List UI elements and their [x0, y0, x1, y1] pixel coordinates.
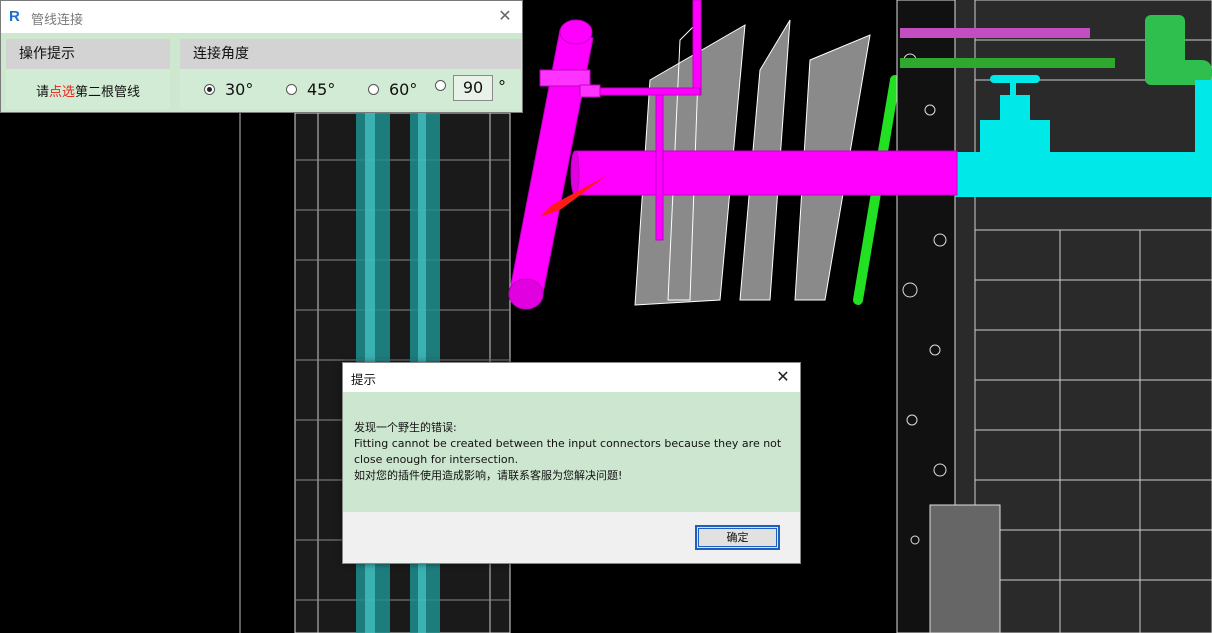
radio-60-dot[interactable]: [368, 84, 379, 95]
radio-60[interactable]: 60°: [368, 80, 417, 99]
hint-text-highlight: 点选: [48, 85, 75, 100]
dialog-titlebar[interactable]: 提示 ✕: [343, 363, 800, 392]
radio-45-label: 45°: [307, 80, 336, 99]
angle-group-heading: 连接角度: [180, 39, 521, 69]
window-title: 管线连接: [31, 13, 84, 28]
message-line-2: Fitting cannot be created between the in…: [354, 437, 782, 450]
wall-right: [896, 0, 1212, 633]
hint-text-prefix: 请: [35, 85, 49, 100]
radio-30[interactable]: 30°: [204, 80, 253, 99]
radio-60-label: 60°: [389, 80, 418, 99]
message-dialog: 提示 ✕ 发现一个野生的错误: Fitting cannot be create…: [342, 362, 801, 564]
ok-button[interactable]: 确定: [695, 525, 780, 550]
green-pipe-top: [900, 58, 1115, 68]
radio-custom-dot[interactable]: [435, 80, 446, 91]
hint-text-suffix: 第二根管线: [75, 85, 141, 100]
radio-30-dot[interactable]: [204, 84, 215, 95]
message-line-3: close enough for intersection.: [354, 453, 519, 466]
pipe-connect-window: R 管线连接 ✕ 操作提示 请点选第二根管线 连接角度 30° 45° 60° …: [0, 0, 523, 113]
hint-group: 操作提示 请点选第二根管线: [6, 39, 170, 109]
revit-icon: R: [9, 8, 20, 25]
hint-text: 请点选第二根管线: [6, 81, 170, 100]
dialog-close-icon[interactable]: ✕: [772, 366, 794, 388]
radio-custom[interactable]: [435, 80, 446, 91]
custom-angle-input[interactable]: 90: [453, 75, 493, 101]
radio-30-label: 30°: [225, 80, 254, 99]
dialog-title: 提示: [351, 372, 377, 387]
window-titlebar[interactable]: R 管线连接 ✕: [1, 1, 522, 33]
close-icon[interactable]: ✕: [496, 5, 514, 27]
hint-group-heading: 操作提示: [6, 39, 170, 69]
radio-45-dot[interactable]: [286, 84, 297, 95]
angle-group: 连接角度 30° 45° 60° 90 °: [180, 39, 521, 109]
message-line-1: 发现一个野生的错误:: [354, 421, 457, 434]
message-line-4: 如对您的插件使用造成影响，请联系客服为您解决问题!: [354, 469, 623, 482]
dialog-message: 发现一个野生的错误: Fitting cannot be created bet…: [343, 392, 800, 512]
radio-45[interactable]: 45°: [286, 80, 335, 99]
custom-angle-unit: °: [498, 77, 506, 96]
magenta-pipe-top: [900, 28, 1090, 38]
